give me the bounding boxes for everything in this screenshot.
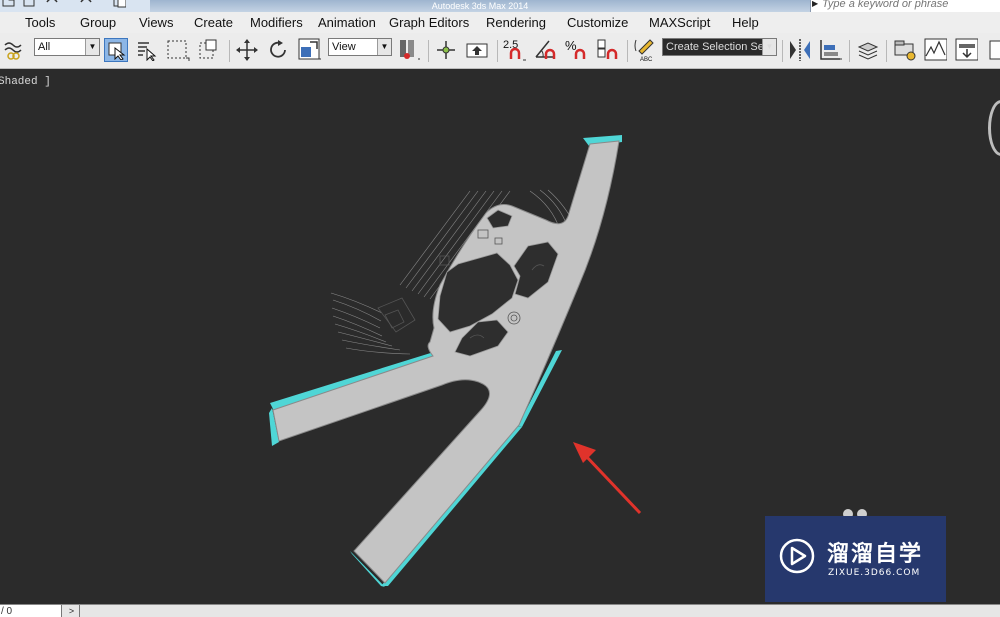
menu-graph-editors[interactable]: Graph Editors	[389, 15, 469, 30]
selection-filter-dropdown[interactable]: All ▼	[34, 38, 100, 56]
redo-icon[interactable]	[78, 0, 92, 8]
rotate-icon[interactable]	[266, 38, 290, 62]
select-by-name-icon[interactable]	[134, 38, 158, 62]
scale-icon[interactable]	[297, 38, 321, 62]
edit-named-selection-icon[interactable]: ABC	[633, 38, 657, 63]
toolbar-separator	[782, 40, 783, 62]
reference-coordinate-dropdown[interactable]: View ▼	[328, 38, 392, 56]
keyboard-shortcut-icon[interactable]	[465, 38, 489, 62]
next-frame-button[interactable]: >	[64, 605, 80, 617]
menu-maxscript[interactable]: MAXScript	[649, 15, 710, 30]
chevron-down-icon: ▼	[85, 39, 99, 55]
menu-modifiers[interactable]: Modifiers	[250, 15, 303, 30]
selection-filter-value: All	[38, 41, 51, 53]
menu-tools[interactable]: Tools	[25, 15, 55, 30]
reference-coordinate-value: View	[332, 41, 356, 53]
title-bar: Autodesk 3ds Max 2014 ▶	[0, 0, 1000, 12]
help-search-input[interactable]	[822, 0, 992, 11]
save-file-icon[interactable]	[22, 0, 36, 8]
toolbar-separator	[229, 40, 230, 62]
toolbar-separator	[497, 40, 498, 62]
rectangular-selection-icon[interactable]	[166, 38, 190, 62]
play-logo-icon	[779, 538, 815, 574]
align-icon[interactable]	[818, 38, 842, 62]
move-icon[interactable]	[235, 38, 259, 62]
render-setup-icon[interactable]	[986, 38, 1000, 62]
snaps-toggle-icon[interactable]: 2.5	[502, 38, 526, 62]
select-object-icon[interactable]	[104, 38, 128, 62]
toolbar-separator	[886, 40, 887, 62]
chevron-down-icon: ▼	[377, 39, 391, 55]
menu-views[interactable]: Views	[139, 15, 173, 30]
watermark-title: 溜溜自学	[827, 542, 924, 567]
annotation-arrow	[573, 442, 642, 515]
manipulate-icon[interactable]	[434, 38, 458, 62]
toolbar-separator	[627, 40, 628, 62]
spinner-snap-icon[interactable]	[595, 38, 619, 62]
menu-bar: t Tools Group Views Create Modifiers Ani…	[0, 12, 1000, 33]
toolbar-separator	[849, 40, 850, 62]
open-file-icon[interactable]	[2, 0, 16, 8]
menu-group[interactable]: Group	[80, 15, 116, 30]
watermark-logo: 溜溜自学 ZIXUE.3D66.COM	[765, 516, 946, 602]
undo-icon[interactable]	[44, 0, 58, 8]
project-folder-icon[interactable]	[112, 0, 126, 8]
layer-manager-icon[interactable]	[855, 38, 879, 62]
main-toolbar: All ▼ View ▼ 2.5 % ABC Create Selection …	[0, 33, 1000, 69]
window-crossing-icon[interactable]	[197, 38, 221, 62]
menu-help[interactable]: Help	[732, 15, 759, 30]
pivot-icon[interactable]	[396, 38, 420, 62]
schematic-view-icon[interactable]	[954, 38, 978, 62]
curve-editor-icon[interactable]	[923, 38, 947, 62]
mirror-icon[interactable]	[787, 38, 811, 62]
viewport-shading-label[interactable]: Shaded ]	[0, 76, 51, 88]
toolbar-separator	[428, 40, 429, 62]
menu-rendering[interactable]: Rendering	[486, 15, 546, 30]
menu-customize[interactable]: Customize	[567, 15, 628, 30]
menu-create[interactable]: Create	[194, 15, 233, 30]
search-expand-icon[interactable]: ▶	[812, 0, 818, 8]
svg-text:ABC: ABC	[640, 57, 653, 63]
link-icon[interactable]	[2, 38, 26, 62]
perspective-viewport[interactable]: Shaded ] 溜溜自学 ZIXUE.3D66.COM	[0, 70, 1000, 604]
watermark-domain: ZIXUE.3D66.COM	[828, 568, 921, 578]
time-slider-bar: / 0 >	[0, 604, 1000, 617]
menu-animation[interactable]: Animation	[318, 15, 376, 30]
percent-snap-icon[interactable]: %	[564, 38, 588, 62]
named-selection-value: Create Selection Se	[666, 41, 764, 53]
chevron-down-icon: ▼	[762, 39, 776, 55]
app-title: Autodesk 3ds Max 2014	[150, 0, 810, 12]
snap-percent-label: %	[565, 38, 577, 53]
named-selection-dropdown[interactable]: Create Selection Se ▼	[662, 38, 777, 56]
frame-counter[interactable]: / 0	[0, 605, 62, 617]
scene-explorer-icon[interactable]	[892, 38, 916, 62]
angle-snap-icon[interactable]	[533, 38, 557, 62]
